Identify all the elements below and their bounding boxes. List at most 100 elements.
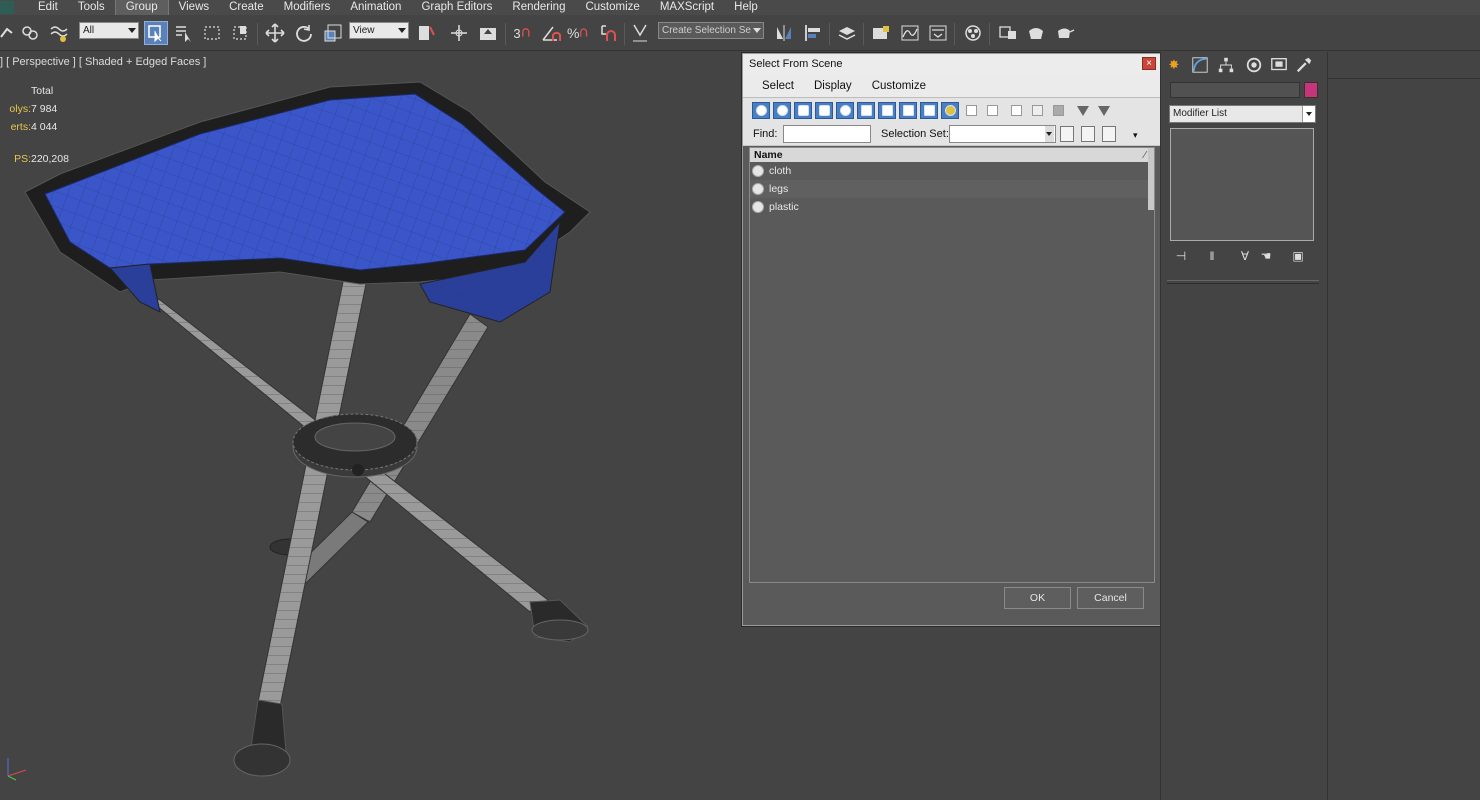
edit-named-selection-icon[interactable] [628, 21, 652, 45]
display-hidden-icon[interactable] [983, 102, 1001, 119]
remove-modifier-icon[interactable]: ☚ [1257, 249, 1275, 265]
display-frozen-icon[interactable] [962, 102, 980, 119]
select-by-name-button[interactable] [172, 21, 196, 45]
create-tab-icon[interactable]: ✸ [1163, 54, 1185, 76]
named-selection-dropdown[interactable]: Create Selection Se [658, 22, 764, 39]
menu-graph-editors[interactable]: Graph Editors [411, 0, 502, 15]
unlink-icon[interactable] [18, 21, 42, 45]
percent-snap-icon[interactable]: % [567, 21, 591, 45]
render-setup-icon[interactable] [996, 21, 1020, 45]
display-none-icon[interactable] [1028, 102, 1046, 119]
cancel-button[interactable]: Cancel [1077, 587, 1144, 609]
list-item[interactable]: cloth [750, 162, 1154, 180]
hierarchy-tab-icon[interactable] [1215, 54, 1237, 76]
rendered-frame-window-icon[interactable] [1024, 21, 1048, 45]
display-bones-icon[interactable] [920, 102, 938, 119]
menu-create[interactable]: Create [219, 0, 274, 15]
menu-maxscript[interactable]: MAXScript [650, 0, 724, 15]
options-dropdown-icon[interactable]: ▾ [1133, 130, 1138, 141]
show-end-result-icon[interactable]: ‖ [1203, 249, 1221, 265]
modify-tab-icon[interactable] [1189, 54, 1211, 76]
select-object-button[interactable] [144, 21, 168, 45]
menu-modifiers[interactable]: Modifiers [274, 0, 341, 15]
link-icon[interactable] [0, 21, 20, 45]
modifier-list-label: Modifier List [1173, 108, 1227, 119]
remove-from-selection-set-icon[interactable] [1102, 126, 1116, 142]
scene-object-list: Name ⁄ cloth legs plastic [749, 147, 1155, 583]
window-crossing-icon[interactable] [229, 21, 253, 45]
dialog-menu-customize[interactable]: Customize [862, 80, 936, 92]
rotate-icon[interactable] [292, 21, 316, 45]
mirror-icon[interactable] [772, 21, 796, 45]
dialog-title-bar[interactable]: Select From Scene × [743, 54, 1160, 74]
object-color-swatch[interactable] [1304, 82, 1318, 98]
display-lights-icon[interactable] [794, 102, 812, 119]
column-header-name[interactable]: Name ⁄ [750, 148, 1154, 162]
menu-group[interactable]: Group [114, 0, 169, 16]
schematic-view-icon[interactable] [926, 21, 950, 45]
list-item[interactable]: plastic [750, 198, 1154, 216]
add-to-selection-set-icon[interactable] [1081, 126, 1095, 142]
menu-edit[interactable]: Edit [28, 0, 68, 15]
toolbar-divider [863, 23, 864, 45]
filter-settings-icon[interactable] [1095, 102, 1113, 119]
display-geometry-icon[interactable] [752, 102, 770, 119]
create-selection-set-icon[interactable] [1060, 126, 1074, 142]
angle-snap-icon[interactable] [539, 21, 563, 45]
menu-customize[interactable]: Customize [575, 0, 649, 15]
chevron-down-icon [1302, 106, 1315, 122]
dialog-menu-display[interactable]: Display [804, 80, 862, 92]
find-input[interactable] [783, 125, 871, 143]
render-production-icon[interactable] [1053, 21, 1077, 45]
configure-modifier-sets-icon[interactable]: ▣ [1289, 249, 1307, 265]
filter-icon[interactable] [1074, 102, 1092, 119]
rectangular-selection-icon[interactable] [200, 21, 224, 45]
display-helpers-icon[interactable] [836, 102, 854, 119]
keyboard-shortcut-override-icon[interactable] [476, 21, 500, 45]
make-unique-icon[interactable]: ∀ [1236, 249, 1254, 265]
pin-stack-icon[interactable]: ⊣ [1172, 249, 1190, 265]
selection-filter-dropdown[interactable]: All [79, 22, 139, 39]
display-invert-icon[interactable] [1049, 102, 1067, 119]
list-item[interactable]: legs [750, 180, 1154, 198]
modifier-list-dropdown[interactable]: Modifier List [1169, 105, 1316, 123]
spinner-snap-icon[interactable] [596, 21, 620, 45]
ok-button[interactable]: OK [1004, 587, 1071, 609]
dialog-menu-select[interactable]: Select [743, 80, 804, 92]
object-name-field[interactable] [1170, 82, 1300, 98]
display-all-icon[interactable] [1007, 102, 1025, 119]
menu-rendering[interactable]: Rendering [502, 0, 575, 15]
menu-views[interactable]: Views [169, 0, 219, 15]
display-shapes-icon[interactable] [773, 102, 791, 119]
close-icon[interactable]: × [1142, 57, 1156, 70]
bind-space-warp-icon[interactable] [47, 21, 71, 45]
layer-manager-icon[interactable] [835, 21, 859, 45]
display-xrefs-icon[interactable] [899, 102, 917, 119]
display-space-warps-icon[interactable] [857, 102, 875, 119]
display-tab-icon[interactable] [1268, 54, 1290, 76]
dialog-title: Select From Scene [749, 58, 843, 70]
display-groups-icon[interactable] [878, 102, 896, 119]
align-icon[interactable] [801, 21, 825, 45]
display-containers-icon[interactable] [941, 102, 959, 119]
menu-animation[interactable]: Animation [340, 0, 411, 15]
display-cameras-icon[interactable] [815, 102, 833, 119]
reference-coordinate-dropdown[interactable]: View [349, 22, 409, 39]
motion-tab-icon[interactable] [1243, 54, 1265, 76]
modifier-stack[interactable] [1170, 128, 1314, 241]
selection-set-dropdown[interactable] [949, 125, 1056, 143]
curve-editor-icon[interactable] [898, 21, 922, 45]
move-icon[interactable] [263, 21, 287, 45]
pivot-center-icon[interactable] [414, 21, 438, 45]
utilities-tab-icon[interactable] [1293, 54, 1315, 76]
menu-tools[interactable]: Tools [68, 0, 115, 15]
select-manipulate-icon[interactable] [447, 21, 471, 45]
app-icon[interactable] [0, 1, 14, 14]
material-editor-icon[interactable] [961, 21, 985, 45]
stool-model[interactable] [0, 52, 620, 792]
menu-help[interactable]: Help [724, 0, 768, 15]
scale-icon[interactable] [321, 21, 345, 45]
list-scrollbar[interactable] [1148, 148, 1154, 210]
graphite-ribbon-icon[interactable] [869, 21, 893, 45]
snaps-toggle-icon[interactable]: 3 [511, 21, 535, 45]
